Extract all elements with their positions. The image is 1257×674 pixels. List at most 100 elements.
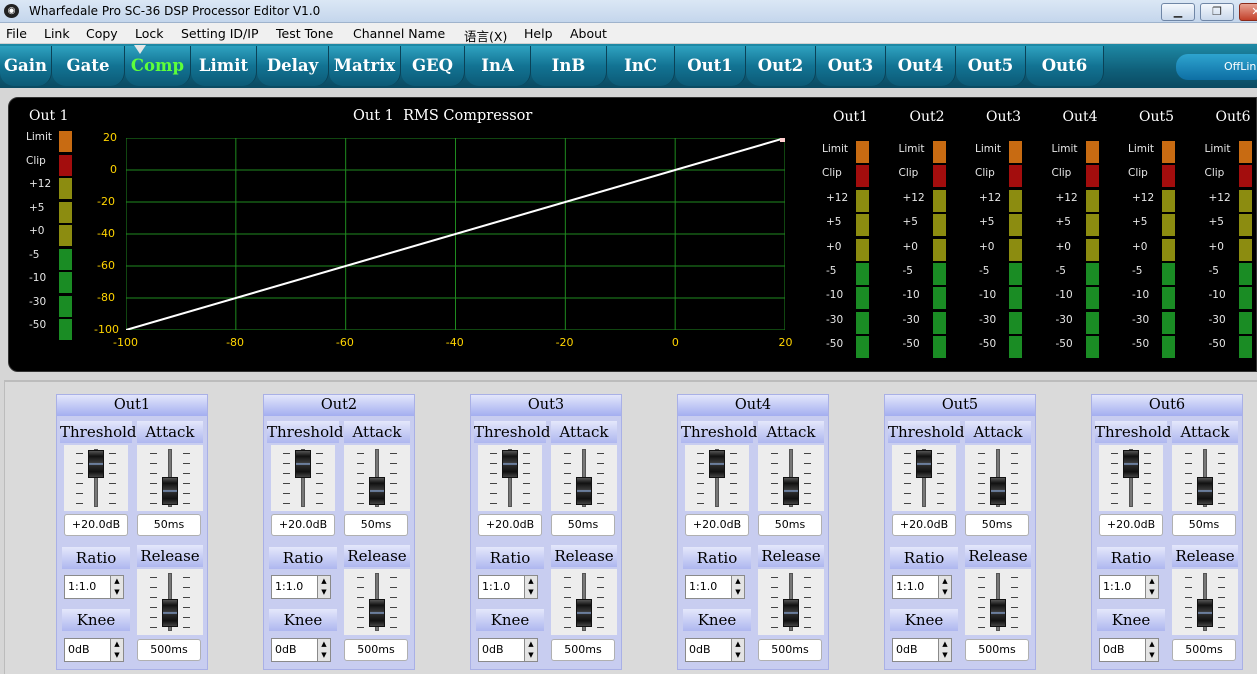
menu-link[interactable]: Link	[44, 26, 70, 41]
ratio-spinner[interactable]: 1:1.0 ▲ ▼	[478, 575, 538, 599]
fader-knob-handle[interactable]	[783, 477, 799, 505]
release-fader[interactable]	[137, 569, 203, 635]
knee-spinner[interactable]: 0dB ▲ ▼	[478, 638, 538, 662]
knee-spinner[interactable]: 0dB ▲ ▼	[685, 638, 745, 662]
threshold-value[interactable]: +20.0dB	[64, 514, 128, 536]
threshold-fader[interactable]	[64, 445, 128, 511]
attack-value[interactable]: 50ms	[965, 514, 1029, 536]
tab-out2[interactable]: Out2	[746, 46, 816, 86]
fader-knob-handle[interactable]	[502, 450, 518, 478]
attack-value[interactable]: 50ms	[1172, 514, 1236, 536]
minimize-icon[interactable]: ▁	[1161, 3, 1195, 21]
knee-spinner[interactable]: 0dB ▲ ▼	[892, 638, 952, 662]
ratio-spinner[interactable]: 1:1.0 ▲ ▼	[685, 575, 745, 599]
spin-up-icon[interactable]: ▲	[524, 639, 537, 650]
spin-up-icon[interactable]: ▲	[524, 576, 537, 587]
release-value[interactable]: 500ms	[1172, 639, 1236, 661]
spin-up-icon[interactable]: ▲	[1145, 576, 1158, 587]
threshold-value[interactable]: +20.0dB	[892, 514, 956, 536]
attack-value[interactable]: 50ms	[758, 514, 822, 536]
release-fader[interactable]	[965, 569, 1031, 635]
tab-inc[interactable]: InC	[607, 46, 675, 86]
release-value[interactable]: 500ms	[344, 639, 408, 661]
knee-spinner[interactable]: 0dB ▲ ▼	[1099, 638, 1159, 662]
fader-knob-handle[interactable]	[369, 599, 385, 627]
threshold-value[interactable]: +20.0dB	[1099, 514, 1163, 536]
spin-up-icon[interactable]: ▲	[731, 639, 744, 650]
attack-value[interactable]: 50ms	[344, 514, 408, 536]
menu-help[interactable]: Help	[524, 26, 553, 41]
tab-gate[interactable]: Gate	[52, 46, 125, 86]
menu-language[interactable]: 语言(X)	[464, 26, 507, 45]
close-icon[interactable]: ✕	[1239, 3, 1257, 21]
fader-knob-handle[interactable]	[990, 477, 1006, 505]
attack-fader[interactable]	[965, 445, 1031, 511]
fader-knob-handle[interactable]	[162, 599, 178, 627]
fader-knob-handle[interactable]	[162, 477, 178, 505]
attack-value[interactable]: 50ms	[551, 514, 615, 536]
spin-down-icon[interactable]: ▼	[317, 650, 330, 661]
spin-down-icon[interactable]: ▼	[317, 587, 330, 598]
release-fader[interactable]	[1172, 569, 1238, 635]
attack-fader[interactable]	[137, 445, 203, 511]
menu-file[interactable]: File	[6, 26, 27, 41]
spin-down-icon[interactable]: ▼	[110, 587, 123, 598]
ratio-spinner[interactable]: 1:1.0 ▲ ▼	[64, 575, 124, 599]
menu-setting-id-ip[interactable]: Setting ID/IP	[181, 26, 258, 41]
attack-fader[interactable]	[344, 445, 410, 511]
fader-knob-handle[interactable]	[369, 477, 385, 505]
fader-knob-handle[interactable]	[1123, 450, 1139, 478]
fader-knob-handle[interactable]	[709, 450, 725, 478]
fader-knob-handle[interactable]	[990, 599, 1006, 627]
tab-out4[interactable]: Out4	[886, 46, 956, 86]
threshold-value[interactable]: +20.0dB	[271, 514, 335, 536]
fader-knob-handle[interactable]	[295, 450, 311, 478]
tab-out6[interactable]: Out6	[1026, 46, 1104, 86]
threshold-value[interactable]: +20.0dB	[478, 514, 542, 536]
spin-up-icon[interactable]: ▲	[938, 576, 951, 587]
spin-up-icon[interactable]: ▲	[110, 576, 123, 587]
spin-up-icon[interactable]: ▲	[1145, 639, 1158, 650]
tab-ina[interactable]: InA	[465, 46, 531, 86]
fader-knob-handle[interactable]	[88, 450, 104, 478]
attack-fader[interactable]	[1172, 445, 1238, 511]
tab-out5[interactable]: Out5	[956, 46, 1026, 86]
menu-channel-name[interactable]: Channel Name	[353, 26, 445, 41]
spin-down-icon[interactable]: ▼	[1145, 650, 1158, 661]
release-fader[interactable]	[758, 569, 824, 635]
fader-knob-handle[interactable]	[1197, 599, 1213, 627]
spin-down-icon[interactable]: ▼	[524, 650, 537, 661]
release-fader[interactable]	[551, 569, 617, 635]
spin-down-icon[interactable]: ▼	[938, 587, 951, 598]
spin-up-icon[interactable]: ▲	[317, 576, 330, 587]
offline-status-button[interactable]: OffLin	[1176, 54, 1257, 80]
fader-knob-handle[interactable]	[916, 450, 932, 478]
tab-out3[interactable]: Out3	[816, 46, 886, 86]
release-value[interactable]: 500ms	[965, 639, 1029, 661]
threshold-fader[interactable]	[478, 445, 542, 511]
attack-fader[interactable]	[758, 445, 824, 511]
menu-about[interactable]: About	[570, 26, 607, 41]
release-fader[interactable]	[344, 569, 410, 635]
spin-down-icon[interactable]: ▼	[524, 587, 537, 598]
threshold-fader[interactable]	[685, 445, 749, 511]
spin-down-icon[interactable]: ▼	[1145, 587, 1158, 598]
fader-knob-handle[interactable]	[576, 599, 592, 627]
ratio-spinner[interactable]: 1:1.0 ▲ ▼	[271, 575, 331, 599]
menu-test-tone[interactable]: Test Tone	[276, 26, 333, 41]
tab-delay[interactable]: Delay	[257, 46, 329, 86]
knee-spinner[interactable]: 0dB ▲ ▼	[271, 638, 331, 662]
spin-up-icon[interactable]: ▲	[731, 576, 744, 587]
ratio-spinner[interactable]: 1:1.0 ▲ ▼	[1099, 575, 1159, 599]
spin-up-icon[interactable]: ▲	[938, 639, 951, 650]
tab-inb[interactable]: InB	[531, 46, 607, 86]
attack-fader[interactable]	[551, 445, 617, 511]
ratio-spinner[interactable]: 1:1.0 ▲ ▼	[892, 575, 952, 599]
release-value[interactable]: 500ms	[758, 639, 822, 661]
tab-gain[interactable]: Gain	[0, 46, 52, 86]
spin-down-icon[interactable]: ▼	[731, 650, 744, 661]
release-value[interactable]: 500ms	[551, 639, 615, 661]
tab-geq[interactable]: GEQ	[401, 46, 465, 86]
spin-down-icon[interactable]: ▼	[110, 650, 123, 661]
attack-value[interactable]: 50ms	[137, 514, 201, 536]
